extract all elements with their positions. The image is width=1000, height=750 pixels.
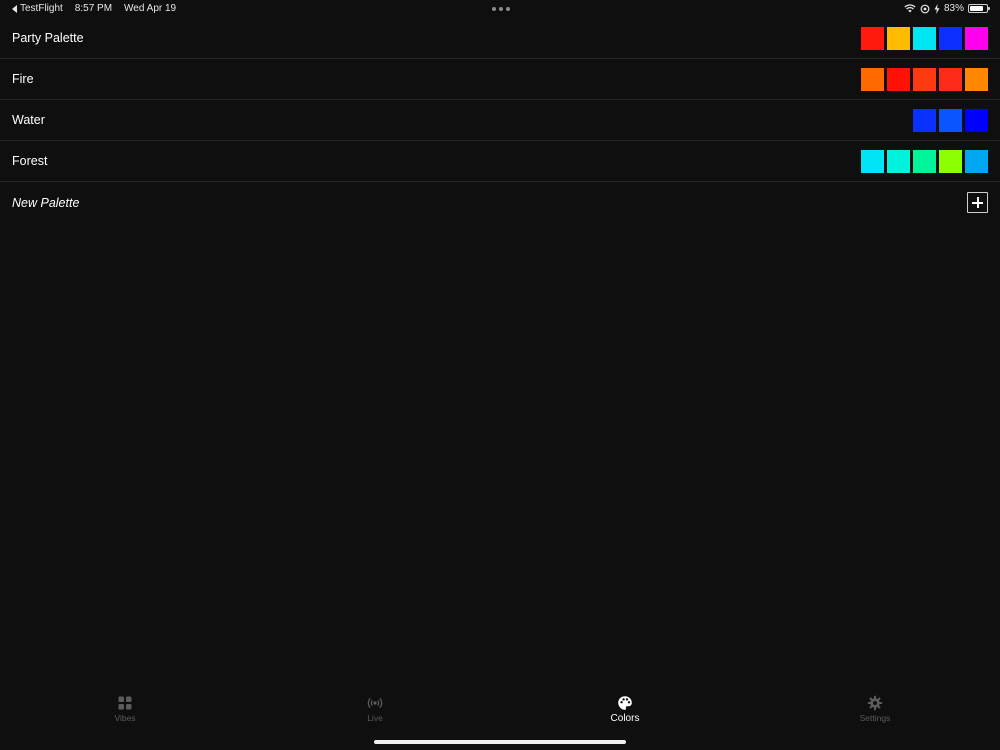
- status-date: Wed Apr 19: [124, 3, 177, 14]
- tab-settings-label: Settings: [859, 713, 891, 723]
- tab-vibes[interactable]: Vibes: [75, 695, 175, 723]
- back-app-label: TestFlight: [20, 3, 63, 14]
- status-bar: TestFlight 8:57 PM Wed Apr 19 83%: [0, 0, 1000, 18]
- color-swatch: [887, 67, 910, 91]
- color-swatch: [913, 149, 936, 173]
- add-palette-plus-icon[interactable]: [967, 192, 988, 213]
- color-swatch: [861, 149, 884, 173]
- color-swatch: [939, 149, 962, 173]
- tab-live-label: Live: [367, 713, 383, 723]
- color-swatch: [965, 26, 988, 50]
- palette-swatches: [861, 67, 988, 91]
- color-swatch: [913, 67, 936, 91]
- color-swatch: [965, 149, 988, 173]
- status-left: TestFlight 8:57 PM Wed Apr 19: [12, 3, 176, 14]
- palette-swatches: [913, 108, 988, 132]
- new-palette-label: New Palette: [12, 195, 80, 210]
- wifi-icon: [904, 4, 916, 13]
- palette-icon: [618, 696, 632, 710]
- palette-swatches: [861, 26, 988, 50]
- home-indicator[interactable]: [374, 740, 626, 744]
- color-swatch: [861, 67, 884, 91]
- screen: TestFlight 8:57 PM Wed Apr 19 83% Party …: [0, 0, 1000, 750]
- color-swatch: [861, 26, 884, 50]
- palette-swatches: [861, 149, 988, 173]
- palette-name: Fire: [12, 72, 34, 86]
- tab-settings[interactable]: Settings: [825, 695, 925, 723]
- color-swatch: [887, 26, 910, 50]
- back-to-app-link[interactable]: TestFlight: [12, 3, 63, 14]
- color-swatch: [939, 108, 962, 132]
- color-swatch: [939, 67, 962, 91]
- tab-colors-label: Colors: [610, 713, 640, 724]
- status-time: 8:57 PM: [74, 3, 113, 14]
- palette-row[interactable]: Water: [0, 100, 1000, 141]
- battery-icon: [968, 4, 990, 13]
- charging-icon: [934, 3, 940, 14]
- color-swatch: [939, 26, 962, 50]
- battery-percent: 83%: [943, 3, 964, 14]
- palette-name: Party Palette: [12, 31, 84, 45]
- palette-row[interactable]: Party Palette: [0, 18, 1000, 59]
- palette-list: Party Palette Fire Water Forest New Palette: [0, 18, 1000, 223]
- color-swatch: [913, 26, 936, 50]
- palette-name: Forest: [12, 154, 48, 168]
- color-swatch: [965, 67, 988, 91]
- status-right: 83%: [904, 3, 990, 14]
- palette-row[interactable]: Forest: [0, 141, 1000, 182]
- color-swatch: [965, 108, 988, 132]
- tab-vibes-label: Vibes: [114, 713, 136, 723]
- tab-bar: Vibes Live Colors Settings: [0, 695, 1000, 735]
- battery-fill: [970, 6, 984, 11]
- tab-colors[interactable]: Colors: [575, 695, 675, 724]
- color-swatch: [887, 149, 910, 173]
- broadcast-icon: [367, 697, 383, 709]
- multitasking-dots-icon[interactable]: [492, 7, 510, 11]
- back-arrow-icon: [12, 4, 17, 13]
- tab-live[interactable]: Live: [325, 695, 425, 723]
- palette-row[interactable]: Fire: [0, 59, 1000, 100]
- color-swatch: [913, 108, 936, 132]
- gear-icon: [867, 695, 883, 711]
- new-palette-row[interactable]: New Palette: [0, 182, 1000, 223]
- palette-name: Water: [12, 113, 45, 127]
- grid-icon: [118, 696, 132, 710]
- location-lock-icon: [920, 4, 930, 13]
